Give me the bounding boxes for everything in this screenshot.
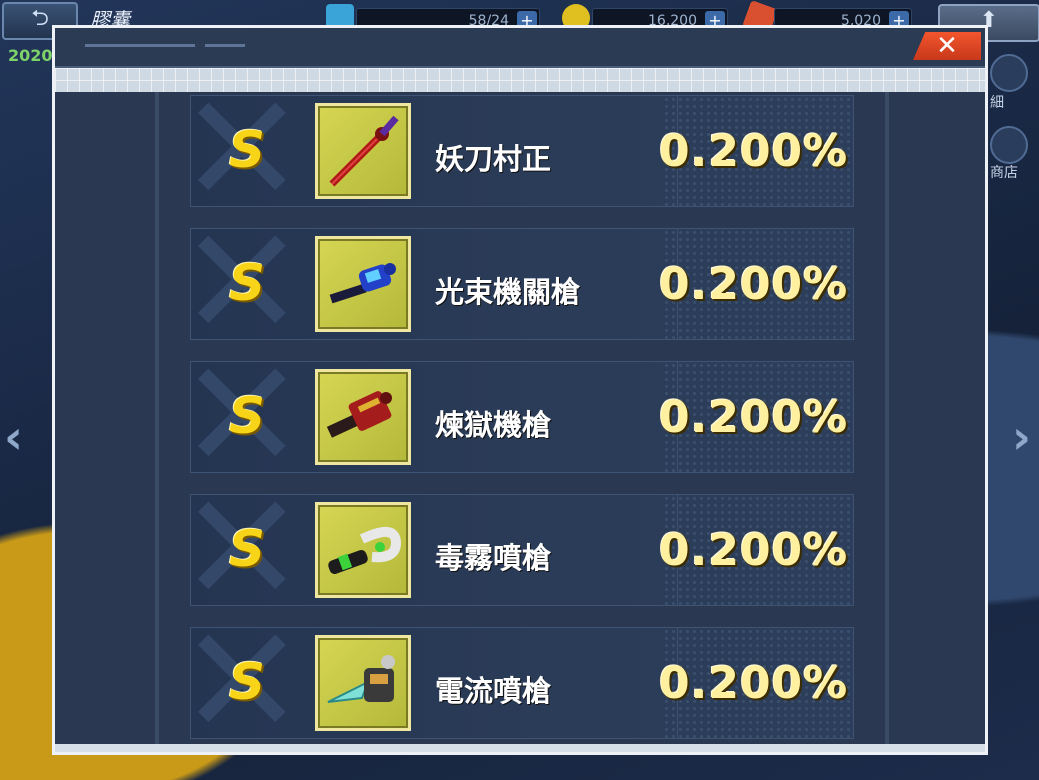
drop-rate-modal: ✕ ✕ S 妖刀村正 0.200% ✕ S 光束機關槍 0.200% ✕ S 煉… [52,25,988,755]
poison-spray-gun-icon [315,502,411,598]
electric-spray-gun-icon [315,635,411,731]
rank-badge: S [229,653,266,711]
list-item: ✕ S 煉獄機槍 0.200% [190,361,854,473]
header-stripe [85,44,195,47]
shop-icon[interactable] [990,126,1028,164]
close-icon: ✕ [936,31,958,61]
drop-rate: 0.200% [659,658,849,709]
list-item: ✕ S 妖刀村正 0.200% [190,95,854,207]
shop-label: 商店 [990,165,1018,181]
year-label: 2020 [8,46,53,65]
detail-icon[interactable] [990,54,1028,92]
drop-rate: 0.200% [659,126,849,177]
rank-badge: S [229,254,266,312]
item-list-panel[interactable]: ✕ S 妖刀村正 0.200% ✕ S 光束機關槍 0.200% ✕ S 煉獄機… [55,92,985,752]
item-name: 煉獄機槍 [435,408,552,442]
item-name: 電流噴槍 [435,674,552,708]
item-name: 光束機關槍 [435,275,581,309]
header-stripe [205,44,245,47]
modal-footer-band [55,744,985,752]
list-item: ✕ S 電流噴槍 0.200% [190,627,854,739]
rank-badge: S [229,121,266,179]
rank-badge: S [229,387,266,445]
modal-header: ✕ [55,28,985,68]
list-item: ✕ S 毒霧噴槍 0.200% [190,494,854,606]
header-grid-band [55,68,985,92]
item-name: 毒霧噴槍 [435,541,552,575]
rank-badge: S [229,520,266,578]
list-rail-right [885,92,889,752]
close-button[interactable]: ✕ [913,32,981,60]
beam-gatling-icon [315,236,411,332]
list-rail-left [155,92,159,752]
drop-rate: 0.200% [659,392,849,443]
detail-label: 細 [990,95,1004,111]
next-arrow-icon[interactable]: › [1012,410,1031,464]
katana-icon [315,103,411,199]
drop-rate: 0.200% [659,525,849,576]
inferno-minigun-icon [315,369,411,465]
list-item: ✕ S 光束機關槍 0.200% [190,228,854,340]
prev-arrow-icon[interactable]: ‹ [4,410,23,464]
item-name: 妖刀村正 [435,142,552,176]
drop-rate: 0.200% [659,259,849,310]
back-arrow-icon: ⮌ [31,6,49,31]
